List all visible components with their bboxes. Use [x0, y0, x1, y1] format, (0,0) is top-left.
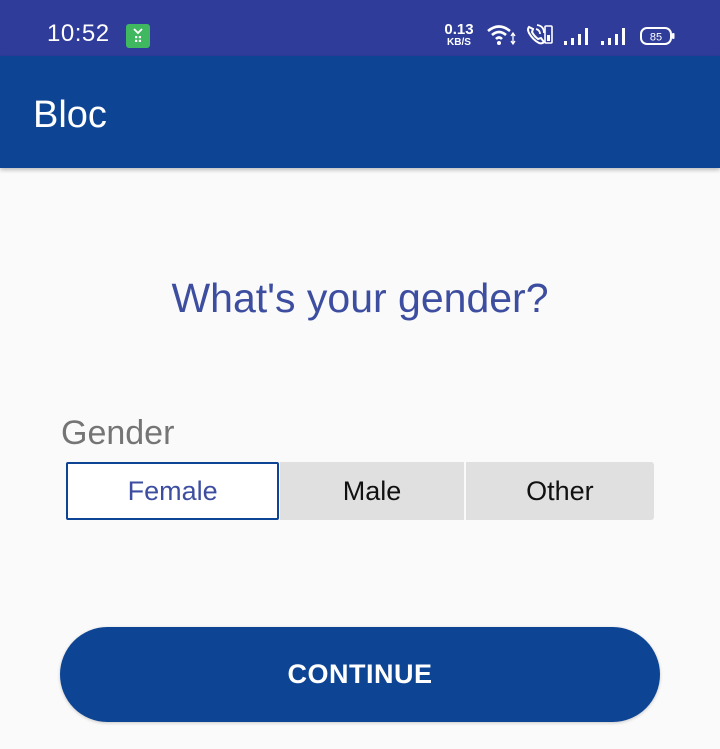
- app-title: Bloc: [33, 94, 107, 136]
- battery-level: 85: [650, 32, 662, 44]
- gender-option-female[interactable]: Female: [66, 462, 280, 520]
- status-bar: 10:52 0.13 KB/S 85: [0, 0, 720, 56]
- gender-segmented-control: Female Male Other: [66, 462, 655, 520]
- gender-option-male[interactable]: Male: [280, 462, 464, 520]
- network-speed-value: 0.13: [444, 21, 474, 38]
- volte-call-icon: [524, 22, 554, 53]
- wifi-icon: [486, 24, 516, 51]
- notification-icon: [126, 24, 150, 48]
- signal-icon: [600, 26, 628, 51]
- network-speed: 0.13 KB/S: [440, 22, 478, 48]
- continue-button[interactable]: CONTINUE: [60, 627, 660, 722]
- page-title: What's your gender?: [171, 275, 549, 321]
- status-time: 10:52: [47, 20, 110, 47]
- app-bar: Bloc: [0, 56, 720, 168]
- battery-icon: 85: [640, 26, 676, 51]
- gender-label: Gender: [61, 414, 175, 452]
- signal-icon: [563, 26, 591, 51]
- gender-option-other[interactable]: Other: [465, 462, 655, 520]
- network-speed-unit: KB/S: [447, 37, 471, 48]
